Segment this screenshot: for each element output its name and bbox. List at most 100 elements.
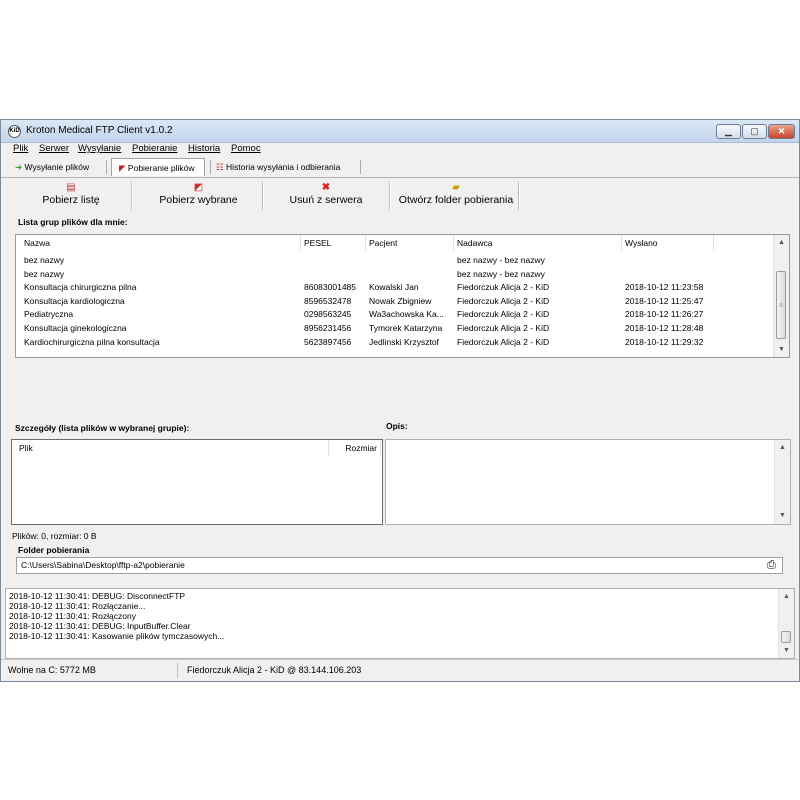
groups-table[interactable]: Nazwa PESEL Pacjent Nadawca Wysłano bez … [15, 234, 790, 358]
status-bar: Wolne na C: 5772 MB Fiedorczuk Alicja 2 … [1, 659, 799, 682]
table-cell: Fiedorczuk Alicja 2 - KiD [457, 295, 550, 306]
table-cell: bez nazwy - bez nazwy [457, 255, 545, 265]
column-header-nazwa[interactable]: Nazwa [21, 235, 301, 251]
pobierz-liste-button[interactable]: ▤ Pobierz listę [31, 180, 111, 210]
description-label: Opis: [386, 421, 408, 431]
table-row[interactable]: bez nazwy bez nazwy - bez nazwy [16, 254, 776, 267]
table-row[interactable]: Konsultacja ginekologiczna 8956231456 Tymo… [16, 322, 776, 335]
table-cell: 8956231456 [304, 323, 352, 333]
table-cell: 86083001485 [304, 282, 357, 293]
menu-historia[interactable]: Historia [188, 143, 220, 154]
history-list-icon: ☷ [216, 162, 224, 172]
folder-icon: ▰ [452, 182, 460, 193]
table-row[interactable]: Pediatryczna 0298563245 Wa3achowska Ka... F… [16, 308, 776, 321]
table-cell: bez nazwy [24, 255, 65, 265]
tab-label: Historia wysyłania i odbierania [226, 162, 341, 172]
table-row[interactable]: Konsultacja kardiologiczna 8596532478 Nowa… [16, 295, 776, 308]
column-header-nadawca[interactable]: Nadawca [454, 235, 622, 251]
toolbar-separator [131, 182, 133, 210]
log-line: 2018-10-12 11:30:41: Rozłączony [9, 611, 136, 621]
description-scrollbar[interactable]: ▲ ▼ [774, 440, 790, 524]
tab-label: Pobieranie plików [127, 163, 195, 173]
groups-label: Lista grup plików dla mnie: [18, 217, 128, 227]
table-cell: Fiedorczuk Alicja 2 - KiD [457, 336, 550, 347]
button-label: Pobierz wybrane [159, 194, 238, 206]
table-cell: Konsultacja ginekologiczna [24, 323, 127, 333]
table-cell: bez nazwy [24, 268, 65, 279]
log-scrollbar[interactable]: ▲ ▼ [778, 589, 794, 658]
column-header-plik[interactable]: Plik [12, 440, 329, 456]
table-cell: 2018-10-12 11:26:27 [625, 309, 704, 320]
table-cell: Fiedorczuk Alicja 2 - KiD [457, 309, 550, 320]
log-panel[interactable]: 2018-10-12 11:30:41: DEBUG: DisconnectFT… [5, 588, 795, 659]
menu-serwer[interactable]: Serwer [39, 143, 69, 154]
minimize-button[interactable]: ▁ [716, 124, 741, 139]
usun-z-serwera-button[interactable]: ✖ Usuń z serwera [281, 180, 371, 210]
tab-historia[interactable]: ☷ Historia wysyłania i odbierania [216, 158, 356, 176]
table-cell: Pediatryczna [24, 309, 74, 320]
scroll-down-icon[interactable]: ▼ [775, 508, 790, 523]
table-cell: Nowak Zbigniew [369, 295, 432, 306]
table-cell: Fiedorczuk Alicja 2 - KiD [457, 323, 550, 333]
menu-bar: Plik Serwer Wysyłanie Pobieranie Histori… [1, 142, 799, 156]
maximize-button[interactable]: ▢ [742, 124, 767, 139]
tab-label: Wysyłanie plików [24, 162, 90, 172]
otworz-folder-button[interactable]: ▰ Otwórz folder pobierania [396, 180, 516, 210]
menu-pomoc[interactable]: Pomoc [231, 143, 261, 154]
column-header-pacjent[interactable]: Pacjent [366, 235, 454, 251]
scroll-thumb[interactable]: ≡ [776, 271, 786, 339]
scroll-thumb[interactable] [781, 631, 791, 643]
disk-free-status: Wolne na C: 5772 MB [8, 665, 96, 675]
menu-pobieranie[interactable]: Pobieranie [132, 143, 177, 154]
scroll-down-icon[interactable]: ▼ [779, 643, 794, 658]
scroll-up-icon[interactable]: ▲ [774, 235, 789, 250]
column-header-rozmiar[interactable]: Rozmiar [329, 440, 381, 456]
files-table[interactable]: Plik Rozmiar [11, 439, 383, 525]
download-folder-path-field[interactable]: C:\Users\Sabina\Desktop\fftp-a2\pobieran… [16, 557, 783, 574]
red-arrow-icon: ◤ [119, 163, 126, 173]
toolbar-separator [389, 182, 391, 210]
table-cell: Kardiochirurgiczna pilna konsultacja [24, 336, 160, 347]
table-row[interactable]: Kardiochirurgiczna pilna konsultacja 5623… [16, 336, 776, 349]
log-line: 2018-10-12 11:30:41: DEBUG: InputBuffer.… [9, 621, 191, 631]
toolbar-separator [518, 182, 520, 210]
description-textarea[interactable]: ▲ ▼ [385, 439, 791, 525]
column-header-wyslano[interactable]: Wysłano [622, 235, 714, 251]
tab-bar: ➜ Wysyłanie plików ◤ Pobieranie plików ☷… [1, 156, 799, 178]
table-cell: Konsultacja chirurgiczna pilna [24, 282, 137, 293]
button-label: Otwórz folder pobierania [398, 194, 514, 206]
browse-folder-icon[interactable]: ⎙ [767, 559, 776, 572]
table-cell: 2018-10-12 11:25:47 [625, 295, 704, 306]
app-logo-icon: KiD [8, 125, 21, 138]
tab-separator [360, 160, 361, 174]
tab-wysylanie[interactable]: ➜ Wysyłanie plików [15, 158, 103, 176]
download-folder-label: Folder pobierania [18, 545, 90, 555]
table-cell: 2018-10-12 11:23:58 [625, 282, 704, 293]
groups-scrollbar[interactable]: ▲ ≡ ▼ [773, 235, 789, 357]
menu-plik[interactable]: Plik [13, 143, 28, 154]
title-bar: KiD Kroton Medical FTP Client v1.0.2 ▁ ▢… [1, 120, 799, 143]
log-line: 2018-10-12 11:30:41: Kasowanie plików ty… [9, 631, 225, 641]
table-cell: bez nazwy - bez nazwy [457, 268, 545, 279]
button-label: Usuń z serwera [289, 194, 363, 206]
files-summary: Plików: 0, rozmiar: 0 B [12, 531, 97, 541]
table-row[interactable]: bez nazwy bez nazwy - bez nazwy [16, 268, 776, 281]
column-header-pesel[interactable]: PESEL [301, 235, 366, 251]
scroll-up-icon[interactable]: ▲ [779, 589, 794, 604]
table-row[interactable]: Konsultacja chirurgiczna pilna 8608300148… [16, 281, 776, 294]
table-cell: 2018-10-12 11:29:32 [625, 336, 704, 347]
close-button[interactable]: ✕ [768, 124, 795, 139]
pobierz-wybrane-button[interactable]: ◩ Pobierz wybrane [151, 180, 246, 210]
details-label: Szczegóły (lista plików w wybranej grupi… [15, 423, 190, 433]
table-cell: Fiedorczuk Alicja 2 - KiD [457, 282, 550, 293]
tab-pobieranie[interactable]: ◤ Pobieranie plików [111, 158, 205, 176]
scroll-up-icon[interactable]: ▲ [775, 440, 790, 455]
scroll-down-icon[interactable]: ▼ [774, 342, 789, 357]
table-cell: 8596532478 [304, 295, 352, 306]
status-separator [177, 663, 178, 678]
menu-wysylanie[interactable]: Wysyłanie [78, 143, 121, 154]
table-cell: Konsultacja kardiologiczna [24, 295, 125, 306]
tab-separator [106, 160, 107, 174]
download-icon: ◩ [193, 182, 204, 193]
green-arrow-icon: ➜ [15, 162, 23, 172]
